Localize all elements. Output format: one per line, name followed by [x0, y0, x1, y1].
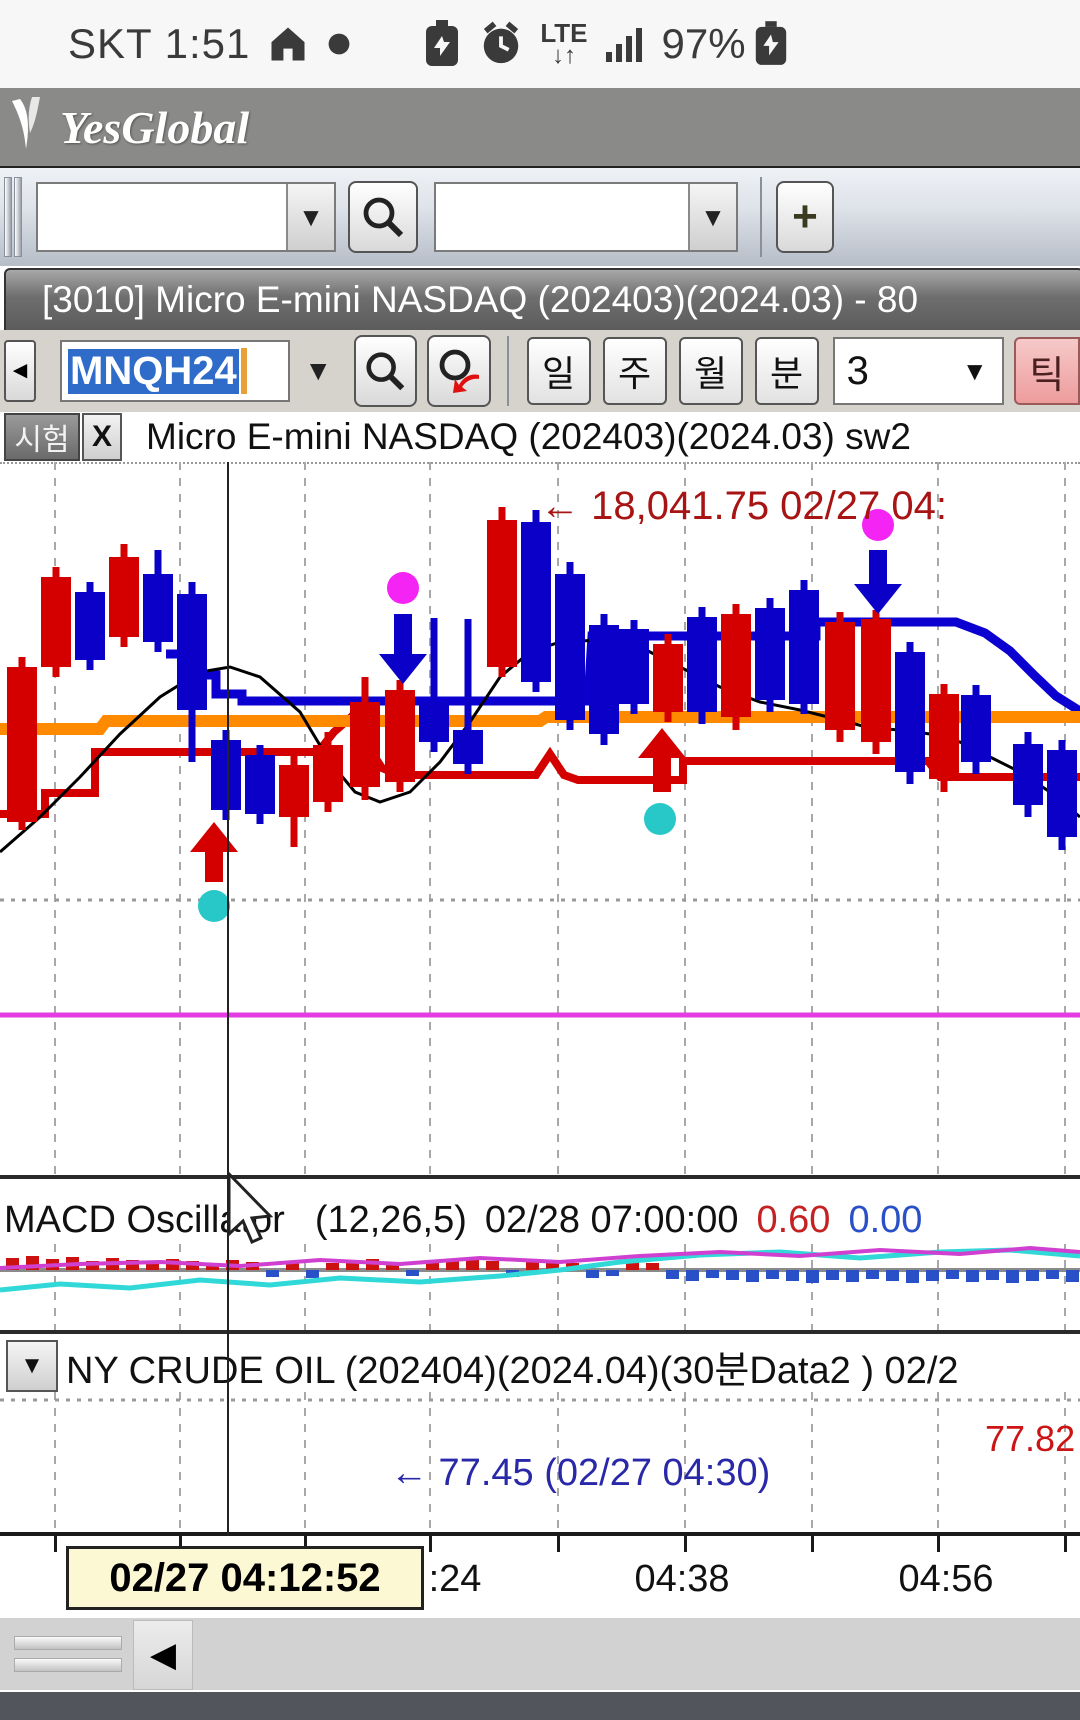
crude-header: ▼ NY CRUDE OIL (202404)(2024.04)(30분Data…: [0, 1340, 1080, 1392]
chevron-down-icon[interactable]: ▼: [286, 184, 334, 250]
crude-low-annotation: ← 77.45 (02/27 04:30): [390, 1452, 770, 1495]
carrier-time: SKT 1:51: [68, 20, 250, 68]
period-button-group: 일주월분: [515, 337, 819, 405]
alarm-icon: [478, 21, 524, 67]
time-label-2: 04:56: [898, 1558, 993, 1601]
chart-title: Micro E-mini NASDAQ (202403)(2024.03) sw…: [146, 416, 911, 458]
app-logo: YesGlobal: [60, 101, 249, 154]
macd-header: MACD Oscillator (12,26,5) 02/28 07:00:00…: [0, 1196, 1080, 1244]
scroll-left-button[interactable]: ◀: [133, 1620, 193, 1690]
interval-value: 3: [847, 349, 962, 394]
symbol-dropdown-arrow-icon[interactable]: ▼: [304, 355, 332, 387]
macd-params: (12,26,5): [315, 1199, 467, 1242]
period-button-1[interactable]: 주: [603, 337, 667, 405]
high-price-annotation: ← 18,041.75 02/27 04:: [540, 484, 947, 529]
tick-button[interactable]: 틱: [1014, 337, 1080, 405]
bottom-navigation-bar: [0, 1692, 1080, 1720]
axis-tick: [937, 1536, 940, 1552]
toolbar: ▼ ▼ +: [0, 166, 1080, 266]
toolbar-separator: [760, 177, 762, 257]
interval-combo[interactable]: 3 ▼: [833, 337, 1004, 405]
toolbar-combo-1[interactable]: ▼: [36, 182, 336, 252]
yesglobal-logo-icon: [8, 97, 60, 157]
symbol-lookup-button[interactable]: [427, 335, 491, 407]
status-bar: SKT 1:51 LTE ↓↑ 97%: [0, 0, 1080, 88]
symbol-toolbar: ◄ MNQH24 ▼ 일주월분 3 ▼ 틱: [0, 330, 1080, 412]
close-button[interactable]: X: [82, 413, 122, 461]
search-red-arrow-icon: [435, 347, 483, 395]
period-button-2[interactable]: 월: [679, 337, 743, 405]
search-button[interactable]: [348, 181, 418, 253]
text-cursor: [241, 348, 247, 394]
collapse-left-button[interactable]: ◄: [4, 340, 36, 402]
macd-value-2: 0.00: [848, 1199, 922, 1242]
macd-timestamp: 02/28 07:00:00: [485, 1199, 739, 1242]
crude-last-price: 77.82: [985, 1418, 1075, 1460]
macd-histogram[interactable]: [0, 1244, 1080, 1330]
scrollbar-grip[interactable]: [14, 1636, 122, 1674]
symbol-search-button[interactable]: [354, 335, 417, 407]
toolbar-combo-1-value[interactable]: [38, 184, 286, 250]
toolbar-grip[interactable]: [4, 177, 12, 257]
home-icon: [266, 22, 310, 66]
crude-dropdown-button[interactable]: ▼: [6, 1340, 58, 1392]
macd-bottom-border: [0, 1330, 1080, 1334]
time-label-0: :24: [429, 1558, 482, 1601]
symbol-separator: [507, 336, 509, 406]
macd-value-1: 0.60: [756, 1199, 830, 1242]
crosshair-time-tooltip: 02/27 04:12:52: [66, 1546, 424, 1610]
crosshair-vertical-line: [227, 462, 229, 1536]
search-icon: [359, 193, 407, 241]
window-title-bar[interactable]: [3010] Micro E-mini NASDAQ (202403)(2024…: [4, 268, 1080, 332]
battery-icon: [752, 20, 790, 68]
axis-tick: [54, 1536, 57, 1552]
axis-tick: [684, 1536, 687, 1552]
signal-icon: [604, 24, 648, 64]
chart-header: 시험 X Micro E-mini NASDAQ (202403)(2024.0…: [0, 412, 1080, 464]
period-button-0[interactable]: 일: [527, 337, 591, 405]
toolbar-combo-2[interactable]: ▼: [434, 182, 738, 252]
period-button-3[interactable]: 분: [755, 337, 819, 405]
app-header: YesGlobal: [0, 88, 1080, 166]
axis-tick: [811, 1536, 814, 1552]
lte-icon: LTE ↓↑: [540, 22, 587, 67]
chevron-down-icon: ▼: [962, 356, 988, 387]
symbol-input[interactable]: MNQH24: [60, 340, 290, 402]
mouse-cursor: [226, 1172, 296, 1262]
chevron-down-icon[interactable]: ▼: [688, 184, 736, 250]
account-mode-badge: 시험: [4, 413, 80, 461]
battery-saver-icon: [422, 20, 462, 68]
time-label-1: 04:38: [634, 1558, 729, 1601]
symbol-value: MNQH24: [68, 349, 239, 394]
crude-title: NY CRUDE OIL (202404)(2024.04)(30분Data2 …: [66, 1339, 959, 1394]
search-icon: [362, 348, 408, 394]
axis-tick: [429, 1536, 432, 1552]
battery-percentage: 97%: [662, 20, 746, 68]
notification-dot: [326, 31, 352, 57]
axis-tick: [557, 1536, 560, 1552]
main-price-chart[interactable]: [0, 462, 1080, 1175]
axis-tick: [1064, 1536, 1067, 1552]
chart-scrollbar[interactable]: ◀: [0, 1618, 1080, 1690]
toolbar-combo-2-value[interactable]: [436, 184, 688, 250]
window-title-text: [3010] Micro E-mini NASDAQ (202403)(2024…: [42, 279, 918, 321]
toolbar-grip-2[interactable]: [14, 177, 22, 257]
add-button[interactable]: +: [776, 181, 834, 253]
